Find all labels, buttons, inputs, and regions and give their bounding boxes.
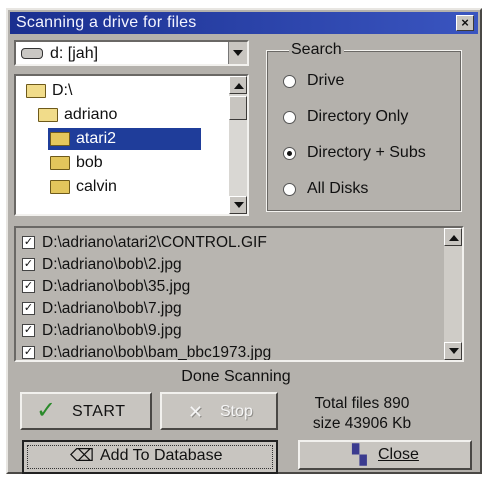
add-to-database-label: Add To Database (100, 447, 223, 464)
drive-icon (21, 48, 43, 59)
checkmark-icon: ✓ (36, 397, 57, 424)
arrow-up-icon (449, 235, 459, 241)
totals-panel: Total files 890 size 43906 Kb (292, 394, 432, 434)
tree-scrollbar[interactable] (229, 76, 247, 214)
scroll-down-button[interactable] (229, 196, 247, 214)
stop-button[interactable]: ✕ Stop (160, 392, 278, 430)
checkbox-checked-icon[interactable]: ✓ (22, 324, 35, 337)
scroll-up-button[interactable] (444, 228, 462, 246)
open-folder-icon (38, 108, 58, 122)
checkbox-checked-icon[interactable]: ✓ (22, 258, 35, 271)
door-icon: ▚ (352, 445, 367, 466)
radio-option-label: Drive (307, 72, 345, 89)
scroll-down-button[interactable] (444, 342, 462, 360)
radio-option-label: All Disks (307, 180, 369, 197)
eraser-icon: ⌫ (70, 446, 95, 465)
result-path: D:\adriano\bob\7.jpg (42, 300, 182, 317)
checkbox-checked-icon[interactable]: ✓ (22, 280, 35, 293)
radio-option-label: Directory + Subs (307, 144, 426, 161)
tree-item-label: calvin (76, 178, 117, 195)
total-size: size 43906 Kb (312, 415, 412, 432)
open-folder-icon (26, 84, 46, 98)
result-path: D:\adriano\bob\bam_bbc1973.jpg (42, 344, 272, 361)
folder-icon (50, 132, 70, 146)
stop-button-label: Stop (220, 403, 253, 420)
title-bar[interactable]: Scanning a drive for files × (10, 12, 478, 34)
folder-icon (50, 180, 70, 194)
close-button[interactable]: ▚ Close (298, 440, 472, 470)
start-button-label: START (72, 403, 126, 420)
tree-item[interactable]: D:\ (24, 80, 174, 102)
checkbox-checked-icon[interactable]: ✓ (22, 302, 35, 315)
arrow-down-icon (449, 348, 459, 354)
tree-item-label: adriano (64, 106, 118, 123)
radio-unchecked-icon[interactable] (283, 75, 296, 88)
result-path: D:\adriano\bob\2.jpg (42, 256, 182, 273)
result-path: D:\adriano\bob\35.jpg (42, 278, 191, 295)
tree-item-label: atari2 (76, 130, 117, 147)
chevron-down-icon (233, 50, 243, 56)
checkbox-checked-icon[interactable]: ✓ (22, 346, 35, 359)
result-path: D:\adriano\bob\9.jpg (42, 322, 182, 339)
tree-item-label: D:\ (52, 82, 73, 99)
result-path: D:\adriano\atari2\CONTROL.GIF (42, 234, 267, 251)
directory-tree[interactable]: D:\ adriano atari2 bob calvin (14, 74, 249, 216)
stop-x-icon: ✕ (188, 402, 204, 422)
start-button[interactable]: ✓ START (20, 392, 152, 430)
results-scrollbar[interactable] (444, 228, 462, 360)
radio-unchecked-icon[interactable] (283, 183, 296, 196)
total-files: Total files 890 (314, 395, 410, 412)
search-options-group: Search Drive Directory Only Directory + Su… (266, 41, 462, 212)
drive-select[interactable]: d: [jah] (14, 40, 249, 66)
radio-option-label: Directory Only (307, 108, 409, 125)
scroll-up-button[interactable] (229, 76, 247, 94)
close-button-label: Close (378, 446, 419, 463)
tree-item[interactable]: atari2 (48, 128, 201, 150)
add-to-database-button[interactable]: ⌫ Add To Database (22, 440, 278, 474)
scan-status: Done Scanning (181, 368, 291, 385)
drive-select-value: d: [jah] (50, 45, 99, 62)
arrow-down-icon (234, 202, 244, 208)
window-title: Scanning a drive for files (16, 14, 197, 31)
tree-item[interactable]: adriano (36, 104, 186, 126)
results-list[interactable]: ✓ D:\adriano\atari2\CONTROL.GIF ✓ D:\adrian… (14, 226, 464, 362)
close-window-button[interactable]: × (456, 15, 474, 31)
search-group-label: Search (289, 41, 344, 59)
checkbox-checked-icon[interactable]: ✓ (22, 236, 35, 249)
tree-item[interactable]: calvin (48, 176, 198, 198)
scroll-thumb[interactable] (229, 96, 247, 120)
drive-dropdown-button[interactable] (228, 42, 247, 64)
radio-unchecked-icon[interactable] (283, 111, 296, 124)
folder-icon (50, 156, 70, 170)
tree-item[interactable]: bob (48, 152, 198, 174)
tree-item-label: bob (76, 154, 103, 171)
arrow-up-icon (234, 83, 244, 89)
radio-checked-icon[interactable] (283, 147, 296, 160)
